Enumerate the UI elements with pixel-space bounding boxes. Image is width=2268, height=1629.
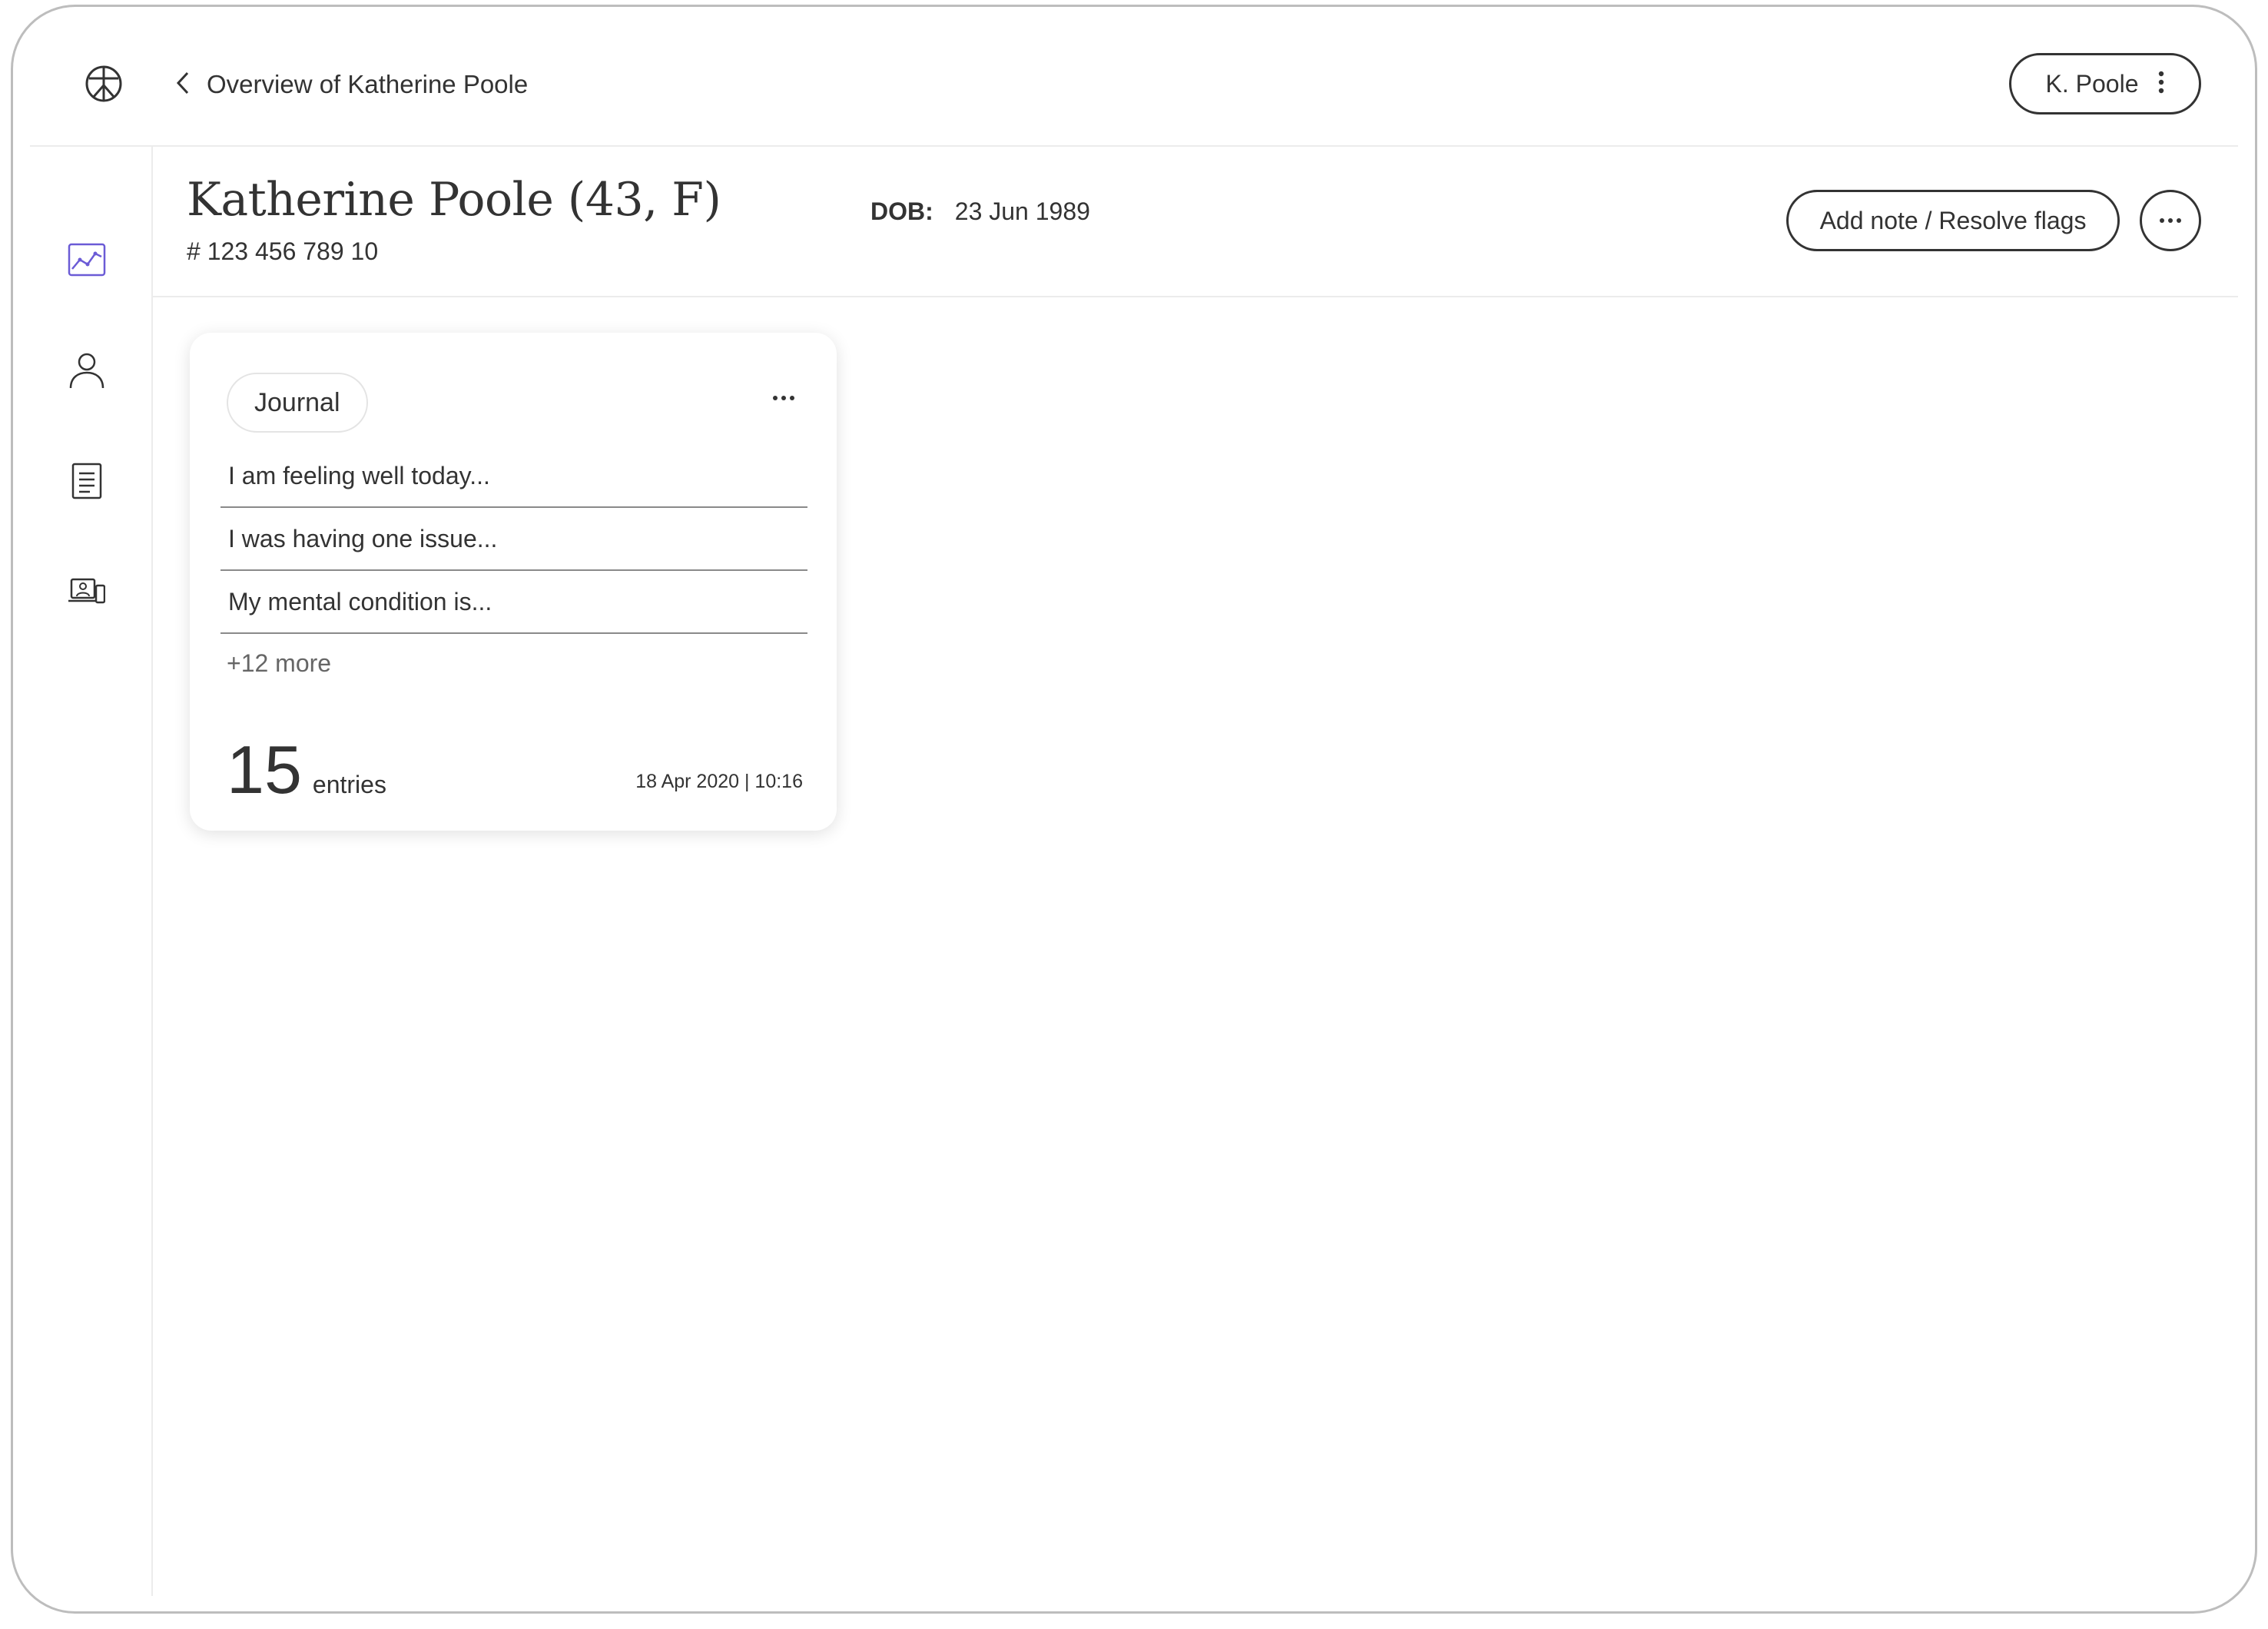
- entries-count-unit: entries: [312, 771, 386, 798]
- dob-value: 23 Jun 1989: [954, 197, 1090, 225]
- dob-label: DOB:: [870, 197, 933, 225]
- more-horizontal-icon: [2159, 214, 2182, 227]
- chart-icon: [68, 243, 106, 280]
- journal-entry[interactable]: I am feeling well today...: [220, 445, 807, 508]
- sidebar-item-profile[interactable]: [65, 350, 109, 394]
- sidebar-item-devices[interactable]: [65, 571, 109, 615]
- sidebar: [13, 147, 153, 1596]
- document-icon: [71, 463, 102, 503]
- patient-name: Katherine Poole (43, F): [187, 173, 721, 227]
- kebab-icon: [2158, 71, 2164, 98]
- last-entry-timestamp: 18 Apr 2020 | 10:16: [635, 771, 803, 792]
- entries-count: 15 entries: [227, 731, 386, 809]
- patient-id: # 123 456 789 10: [187, 237, 379, 265]
- journal-tag[interactable]: Journal: [227, 373, 368, 433]
- entries-count-number: 15: [227, 732, 302, 808]
- back-link[interactable]: Overview of Katherine Poole: [176, 67, 528, 102]
- dob: DOB: 23 Jun 1989: [870, 197, 1090, 226]
- more-actions-button[interactable]: [2140, 190, 2201, 251]
- add-note-button[interactable]: Add note / Resolve flags: [1786, 190, 2120, 251]
- user-name: K. Poole: [2045, 69, 2139, 98]
- back-link-label: Overview of Katherine Poole: [207, 70, 529, 98]
- devices-icon: [68, 578, 106, 609]
- journal-entry[interactable]: I was having one issue...: [220, 508, 807, 571]
- more-entries-link[interactable]: +12 more: [227, 649, 331, 678]
- sidebar-item-notes[interactable]: [65, 460, 109, 505]
- top-bar: Overview of Katherine Poole K. Poole: [30, 7, 2238, 147]
- chevron-left-icon: [176, 71, 190, 99]
- patient-header: Katherine Poole (43, F) # 123 456 789 10…: [153, 147, 2238, 297]
- journal-entries-list: I am feeling well today... I was having …: [220, 445, 807, 634]
- sidebar-item-charts[interactable]: [65, 239, 109, 284]
- card-menu-button[interactable]: [766, 387, 801, 410]
- person-icon: [68, 351, 106, 393]
- more-horizontal-icon: [772, 391, 795, 405]
- journal-entry[interactable]: My mental condition is...: [220, 571, 807, 634]
- app-window: Overview of Katherine Poole K. Poole Kat…: [11, 5, 2257, 1614]
- logo-icon[interactable]: [84, 64, 124, 104]
- journal-card[interactable]: Journal I am feeling well today... I was…: [190, 333, 837, 831]
- user-menu-button[interactable]: K. Poole: [2009, 53, 2201, 114]
